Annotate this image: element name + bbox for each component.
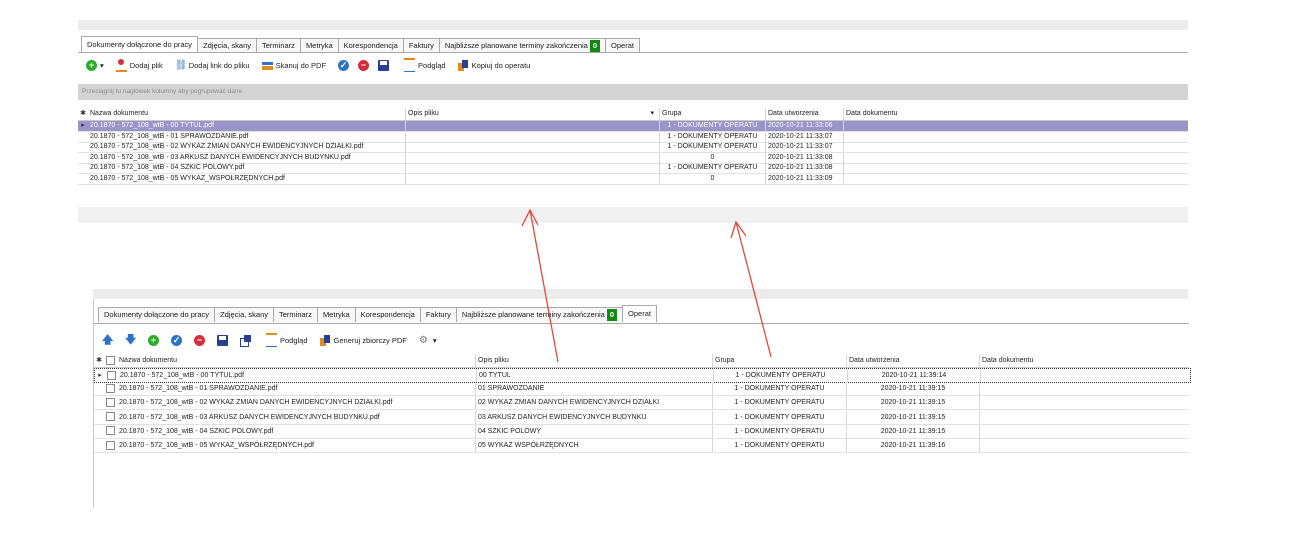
arrow-group-column bbox=[735, 221, 772, 358]
arrow-description-column bbox=[529, 209, 559, 363]
annotation-arrows bbox=[521, 208, 772, 363]
